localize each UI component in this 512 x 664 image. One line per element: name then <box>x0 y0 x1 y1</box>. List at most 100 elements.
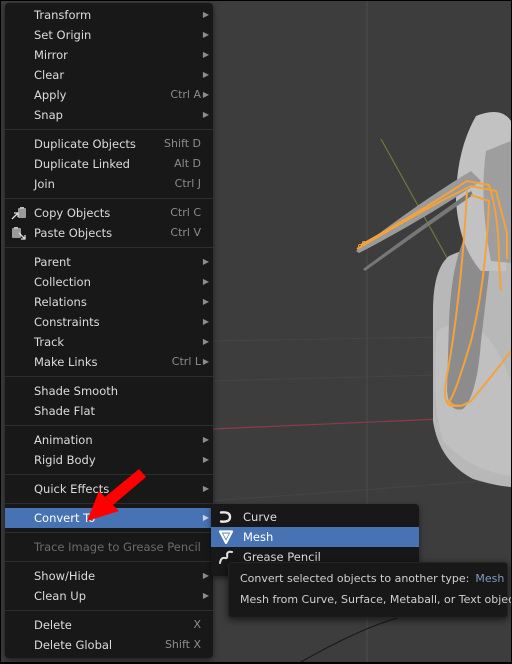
menu-item-label: Delete <box>34 618 72 632</box>
submenu-item-mesh[interactable]: Mesh <box>211 527 419 547</box>
paste-icon <box>11 226 27 240</box>
menu-separator <box>5 532 213 533</box>
submenu-arrow-icon: ▶ <box>202 110 209 119</box>
menu-item-clean-up[interactable]: Clean Up ▶ <box>5 586 213 606</box>
menu-item-label: Parent <box>34 255 71 269</box>
tooltip-description: Mesh from Curve, Surface, Metaball, or T… <box>240 593 511 606</box>
menu-item-label: Duplicate Objects <box>34 137 136 151</box>
submenu-arrow-icon: ▶ <box>202 30 209 39</box>
menu-separator <box>5 247 213 248</box>
tooltip: Convert selected objects to another type… <box>228 562 511 618</box>
submenu-item-curve[interactable]: Curve <box>211 507 419 527</box>
submenu-arrow-icon: ▶ <box>202 317 209 326</box>
menu-item-copy-objects[interactable]: Copy Objects Ctrl C <box>5 203 213 223</box>
menu-item-shortcut: Alt D <box>174 157 201 170</box>
menu-item-label: Quick Effects <box>34 482 110 496</box>
submenu-arrow-icon: ▶ <box>202 297 209 306</box>
menu-item-apply[interactable]: Apply Ctrl A ▶ <box>5 85 213 105</box>
menu-item-shortcut: Ctrl A <box>170 88 201 101</box>
x-axis-line <box>210 418 442 430</box>
submenu-item-label: Mesh <box>243 530 274 544</box>
menu-item-mirror[interactable]: Mirror ▶ <box>5 45 213 65</box>
menu-separator <box>5 503 213 504</box>
menu-separator <box>5 610 213 611</box>
menu-item-label: Show/Hide <box>34 569 96 583</box>
menu-item-collection[interactable]: Collection ▶ <box>5 272 213 292</box>
submenu-arrow-icon: ▶ <box>202 277 209 286</box>
menu-item-trace-image: Trace Image to Grease Pencil <box>5 537 213 557</box>
menu-item-delete[interactable]: Delete X <box>5 615 213 635</box>
menu-item-label: Rigid Body <box>34 453 96 467</box>
submenu-arrow-icon: ▶ <box>202 357 209 366</box>
menu-item-quick-effects[interactable]: Quick Effects ▶ <box>5 479 213 499</box>
menu-item-shade-flat[interactable]: Shade Flat <box>5 401 213 421</box>
submenu-item-label: Curve <box>243 510 277 524</box>
menu-item-duplicate-objects[interactable]: Duplicate Objects Shift D <box>5 134 213 154</box>
menu-item-label: Clear <box>34 68 65 82</box>
menu-item-relations[interactable]: Relations ▶ <box>5 292 213 312</box>
submenu-arrow-icon: ▶ <box>202 70 209 79</box>
object-context-menu: Transform ▶ Set Origin ▶ Mirror ▶ Clear ▶ Ap… <box>5 3 213 658</box>
menu-item-shortcut: X <box>193 618 201 631</box>
menu-item-constraints[interactable]: Constraints ▶ <box>5 312 213 332</box>
menu-item-make-links[interactable]: Make Links Ctrl L ▶ <box>5 352 213 372</box>
menu-item-label: Shade Smooth <box>34 384 119 398</box>
menu-item-label: Apply <box>34 88 67 102</box>
menu-item-clear[interactable]: Clear ▶ <box>5 65 213 85</box>
menu-item-paste-objects[interactable]: Paste Objects Ctrl V <box>5 223 213 243</box>
menu-item-label: Paste Objects <box>34 226 113 240</box>
submenu-arrow-icon: ▶ <box>202 455 209 464</box>
menu-item-join[interactable]: Join Ctrl J <box>5 174 213 194</box>
menu-item-label: Trace Image to Grease Pencil <box>34 540 201 554</box>
menu-item-shade-smooth[interactable]: Shade Smooth <box>5 381 213 401</box>
submenu-arrow-icon: ▶ <box>202 337 209 346</box>
menu-item-animation[interactable]: Animation ▶ <box>5 430 213 450</box>
menu-item-track[interactable]: Track ▶ <box>5 332 213 352</box>
blender-window: Transform ▶ Set Origin ▶ Mirror ▶ Clear ▶ Ap… <box>1 1 511 662</box>
submenu-arrow-icon: ▶ <box>202 484 209 493</box>
menu-item-label: Collection <box>34 275 91 289</box>
submenu-arrow-icon: ▶ <box>202 90 209 99</box>
menu-item-label: Set Origin <box>34 28 92 42</box>
menu-item-label: Duplicate Linked <box>34 157 130 171</box>
submenu-arrow-icon: ▶ <box>202 10 209 19</box>
menu-separator <box>5 474 213 475</box>
character-mesh <box>356 112 511 487</box>
menu-separator <box>5 425 213 426</box>
menu-item-label: Transform <box>34 8 92 22</box>
menu-item-snap[interactable]: Snap ▶ <box>5 105 213 125</box>
menu-item-label: Shade Flat <box>34 404 96 418</box>
submenu-arrow-icon: ▶ <box>202 591 209 600</box>
menu-item-show-hide[interactable]: Show/Hide ▶ <box>5 566 213 586</box>
menu-item-shortcut: Shift X <box>164 638 201 651</box>
menu-item-transform[interactable]: Transform ▶ <box>5 5 213 25</box>
menu-item-label: Delete Global <box>34 638 113 652</box>
curve-icon <box>218 510 234 524</box>
submenu-arrow-icon: ▶ <box>202 571 209 580</box>
submenu-arrow-icon: ▶ <box>202 257 209 266</box>
menu-item-label: Snap <box>34 108 63 122</box>
menu-item-label: Relations <box>34 295 87 309</box>
submenu-arrow-icon: ▶ <box>202 513 209 522</box>
menu-item-label: Track <box>34 335 65 349</box>
menu-item-label: Clean Up <box>34 589 87 603</box>
menu-separator <box>5 561 213 562</box>
submenu-arrow-icon: ▶ <box>202 435 209 444</box>
submenu-arrow-icon: ▶ <box>202 50 209 59</box>
menu-item-shortcut: Ctrl J <box>174 177 201 190</box>
menu-item-label: Constraints <box>34 315 100 329</box>
menu-item-duplicate-linked[interactable]: Duplicate Linked Alt D <box>5 154 213 174</box>
menu-separator <box>5 376 213 377</box>
menu-item-label: Join <box>34 177 55 191</box>
tooltip-title-line: Convert selected objects to another type… <box>240 568 507 589</box>
menu-separator <box>5 198 213 199</box>
menu-item-rigid-body[interactable]: Rigid Body ▶ <box>5 450 213 470</box>
tooltip-title: Convert selected objects to another type… <box>240 572 470 585</box>
menu-item-parent[interactable]: Parent ▶ <box>5 252 213 272</box>
menu-item-shortcut: Ctrl L <box>171 355 201 368</box>
menu-item-convert-to[interactable]: Convert To ▶ <box>5 508 213 528</box>
menu-item-delete-global[interactable]: Delete Global Shift X <box>5 635 213 655</box>
menu-item-shortcut: Shift D <box>164 137 201 150</box>
copy-icon <box>11 206 27 220</box>
menu-item-set-origin[interactable]: Set Origin ▶ <box>5 25 213 45</box>
